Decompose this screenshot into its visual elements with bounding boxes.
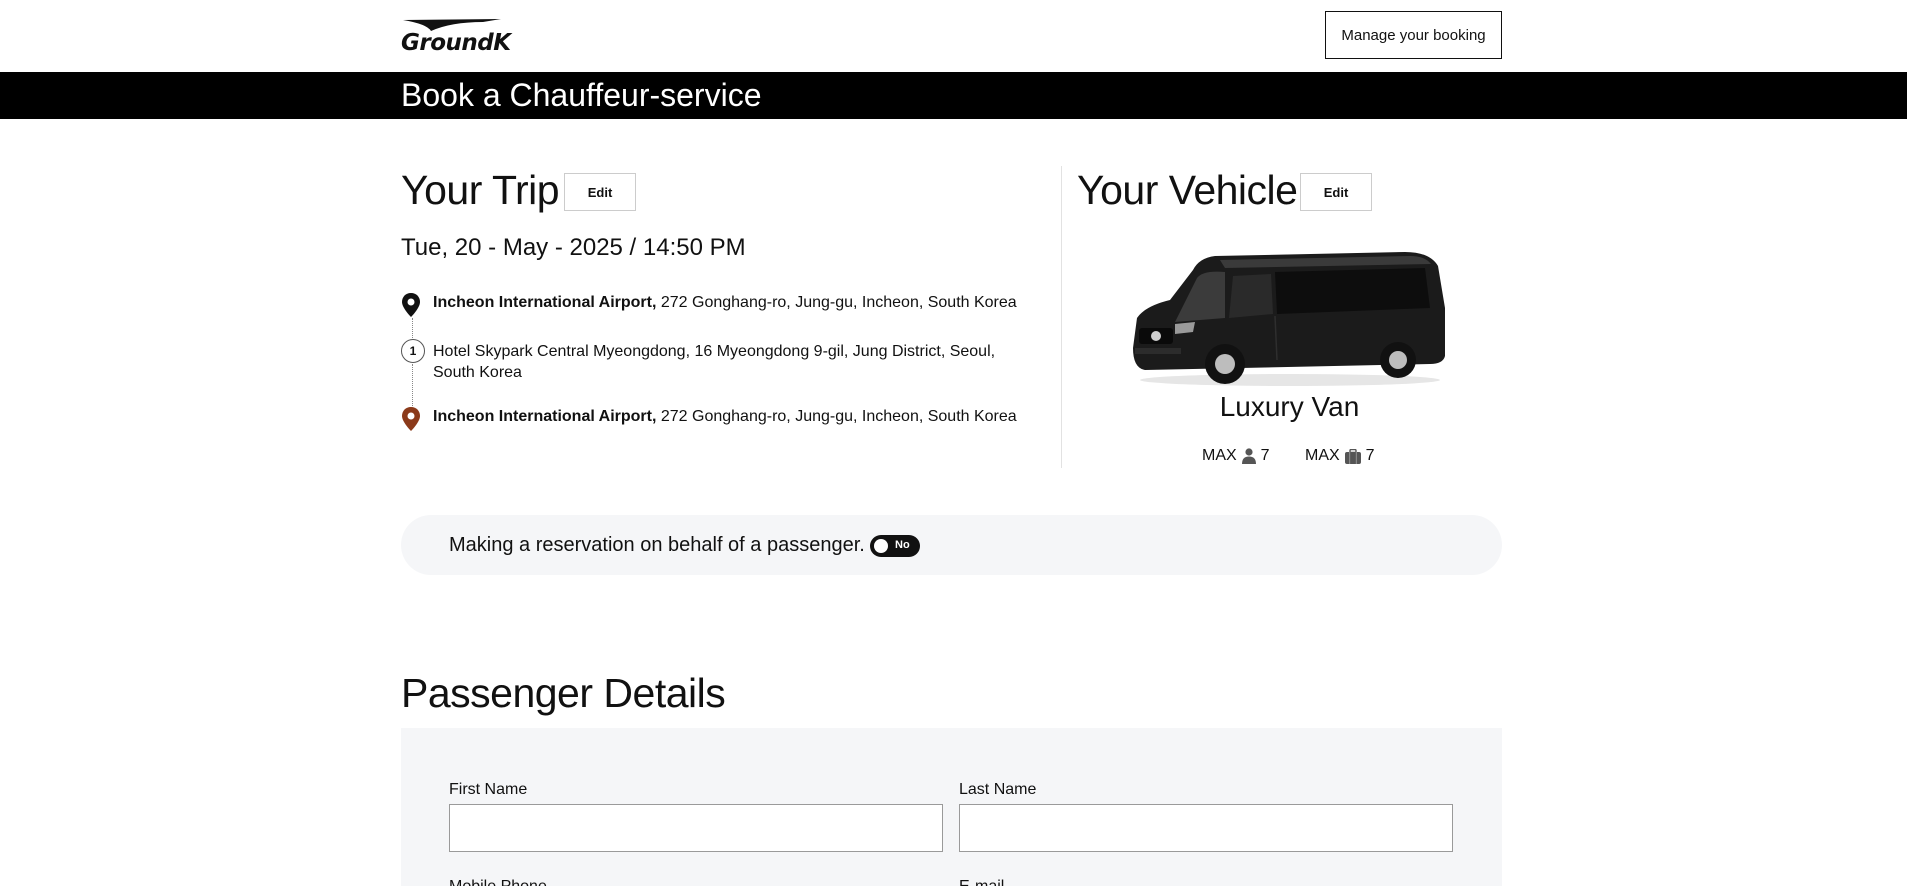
- trip-section-title: Your Trip: [401, 167, 560, 213]
- waypoint-location: 1 Hotel Skypark Central Myeongdong, 16 M…: [401, 339, 1041, 385]
- passenger-section-title: Passenger Details: [401, 670, 726, 716]
- max-label: MAX: [1305, 447, 1340, 464]
- mobile-phone-label: Mobile Phone: [449, 878, 547, 886]
- dropoff-text: Incheon International Airport, 272 Gongh…: [433, 406, 1041, 427]
- dropoff-address: 272 Gonghang-ro, Jung-gu, Incheon, South…: [656, 408, 1017, 425]
- suitcase-icon: [1344, 448, 1361, 464]
- toggle-label: No: [895, 539, 910, 551]
- first-name-field[interactable]: [449, 804, 943, 852]
- waypoint-address: Hotel Skypark Central Myeongdong, 16 Mye…: [433, 343, 996, 381]
- page-title: Book a Chauffeur-service: [401, 77, 762, 113]
- edit-trip-button[interactable]: Edit: [564, 173, 636, 211]
- edit-vehicle-button[interactable]: Edit: [1300, 173, 1372, 211]
- behalf-toggle[interactable]: No: [870, 535, 920, 557]
- map-pin-icon: [402, 293, 420, 317]
- section-divider: [1061, 166, 1062, 468]
- toggle-knob: [874, 539, 888, 553]
- max-luggage: MAX 7: [1305, 447, 1375, 465]
- first-name-label: First Name: [449, 781, 528, 798]
- manage-booking-button[interactable]: Manage your booking: [1325, 11, 1502, 59]
- groundk-logo[interactable]: GroundK: [401, 18, 511, 56]
- last-name-field[interactable]: [959, 804, 1453, 852]
- email-label: E-mail: [959, 878, 1004, 886]
- max-passengers-value: 7: [1260, 447, 1270, 464]
- map-pin-icon: [402, 407, 420, 431]
- pickup-name: Incheon International Airport,: [433, 294, 657, 311]
- page-banner: Book a Chauffeur-service: [0, 72, 1907, 119]
- reservation-bar: Making a reservation on behalf of a pass…: [401, 515, 1502, 575]
- dropoff-name: Incheon International Airport,: [433, 408, 657, 425]
- max-passengers: MAX 7: [1202, 447, 1270, 465]
- reservation-text: Making a reservation on behalf of a pass…: [449, 534, 865, 556]
- logo-text: GroundK: [401, 30, 511, 56]
- max-luggage-value: 7: [1365, 447, 1375, 464]
- top-header: GroundK Manage your booking: [0, 0, 1907, 72]
- dropoff-location: Incheon International Airport, 272 Gongh…: [401, 406, 1041, 432]
- last-name-label: Last Name: [959, 781, 1037, 798]
- pickup-location: Incheon International Airport, 272 Gongh…: [401, 292, 1041, 318]
- person-icon: [1241, 448, 1256, 464]
- vehicle-name: Luxury Van: [1219, 391, 1360, 422]
- passenger-form: First Name Last Name Mobile Phone E-mail: [401, 728, 1502, 886]
- trip-datetime: Tue, 20 - May - 2025 / 14:50 PM: [401, 234, 746, 261]
- pickup-address: 272 Gonghang-ro, Jung-gu, Incheon, South…: [656, 294, 1017, 311]
- vehicle-section-title: Your Vehicle: [1077, 167, 1298, 213]
- pickup-text: Incheon International Airport, 272 Gongh…: [433, 292, 1041, 313]
- max-label: MAX: [1202, 447, 1237, 464]
- waypoint-number: 1: [401, 339, 425, 363]
- van-image: [1133, 252, 1445, 386]
